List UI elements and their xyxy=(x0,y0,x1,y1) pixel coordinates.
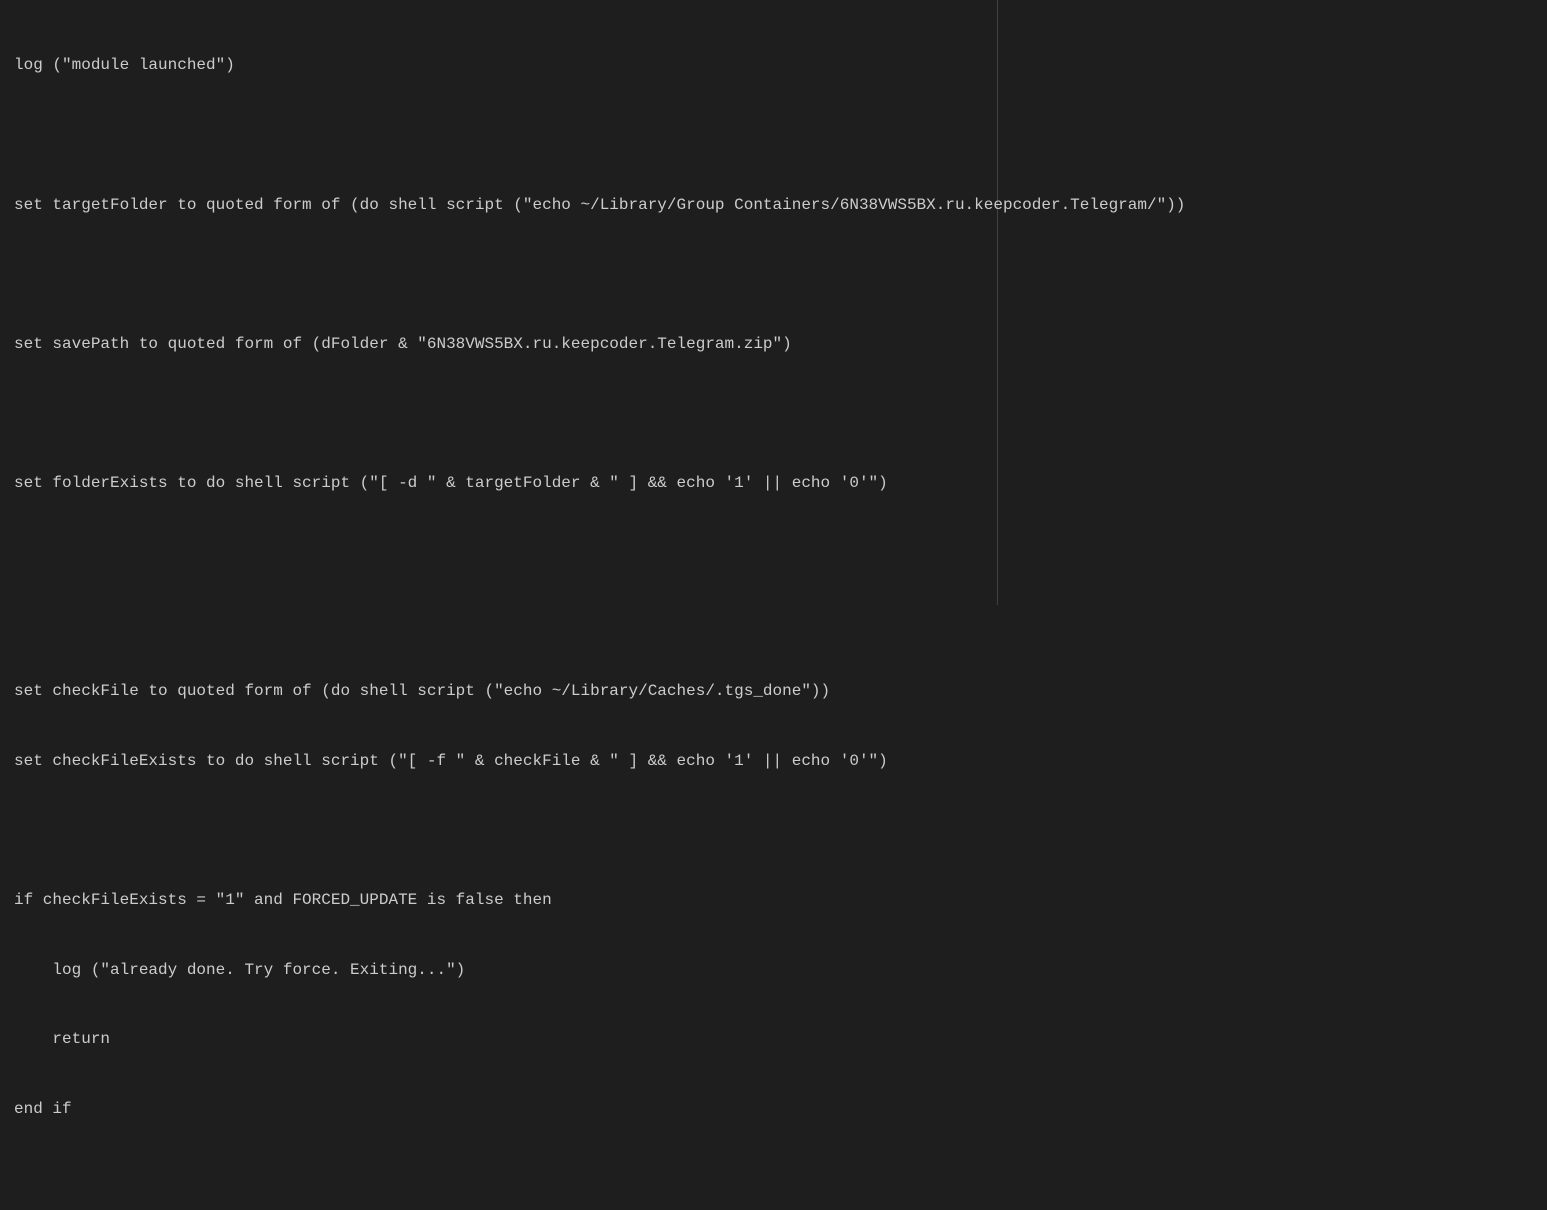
code-editor[interactable]: log ("module launched") set targetFolder… xyxy=(14,8,1533,1210)
code-line xyxy=(14,263,1533,286)
code-line: return xyxy=(14,1028,1533,1051)
code-line xyxy=(14,541,1533,564)
code-line: set targetFolder to quoted form of (do s… xyxy=(14,194,1533,217)
code-line xyxy=(14,402,1533,425)
code-line: set checkFile to quoted form of (do shel… xyxy=(14,680,1533,703)
code-line: log ("module launched") xyxy=(14,54,1533,77)
code-line: set savePath to quoted form of (dFolder … xyxy=(14,333,1533,356)
code-line: set folderExists to do shell script ("[ … xyxy=(14,472,1533,495)
code-line: end if xyxy=(14,1098,1533,1121)
code-line xyxy=(14,820,1533,843)
code-line: set checkFileExists to do shell script (… xyxy=(14,750,1533,773)
code-line xyxy=(14,124,1533,147)
code-line xyxy=(14,1167,1533,1190)
code-line: if checkFileExists = "1" and FORCED_UPDA… xyxy=(14,889,1533,912)
code-line: log ("already done. Try force. Exiting..… xyxy=(14,959,1533,982)
code-line xyxy=(14,611,1533,634)
